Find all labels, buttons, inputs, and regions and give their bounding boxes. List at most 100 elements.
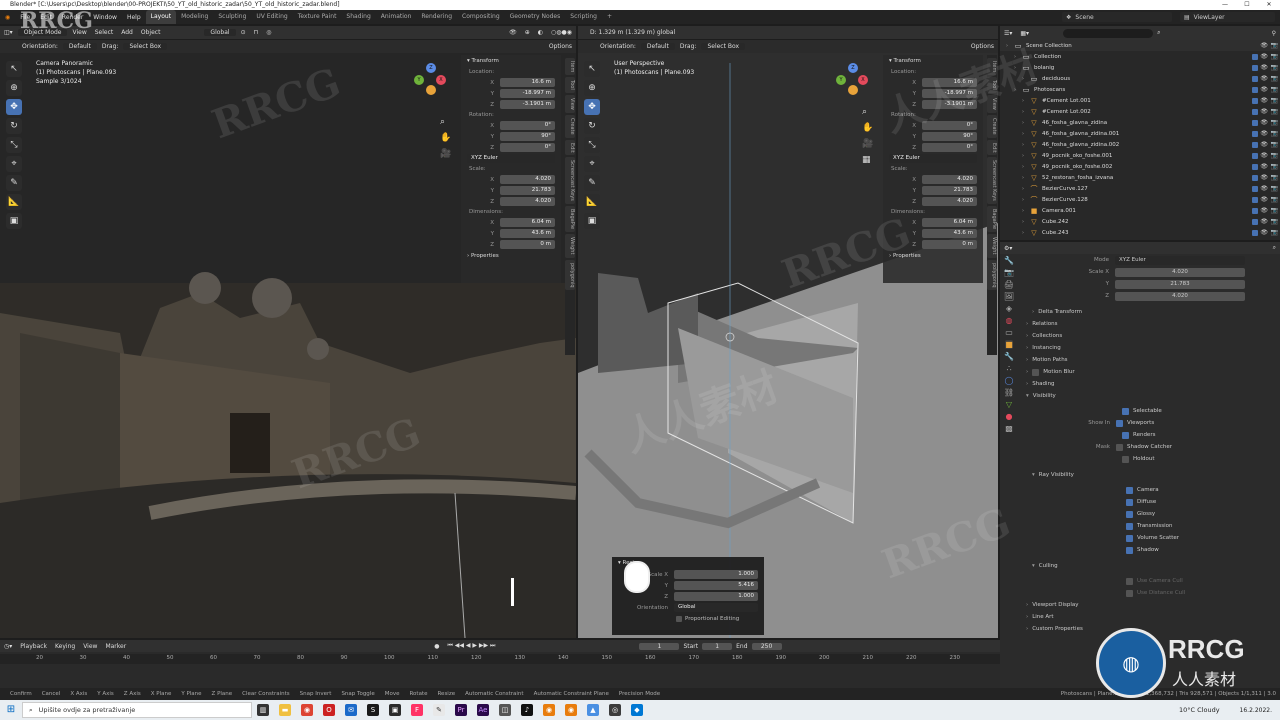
dimensions-y-field[interactable]: 43.6 m	[922, 229, 977, 238]
render-camera-icon[interactable]: 📷	[1271, 196, 1278, 203]
renders-checkbox[interactable]	[1122, 431, 1129, 439]
render-camera-icon[interactable]: 📷	[1271, 42, 1278, 49]
tab-polygoniq[interactable]: polygoniq	[565, 259, 575, 291]
gizmo-center-icon[interactable]	[848, 85, 858, 95]
tab-view[interactable]: View	[565, 95, 575, 113]
menu-file[interactable]: File	[15, 14, 35, 21]
notepad-icon[interactable]: ✎	[433, 704, 445, 716]
scale-z-field[interactable]: 4.020	[1115, 291, 1245, 301]
scale-x-field[interactable]: 4.020	[500, 175, 555, 184]
exclude-checkbox[interactable]	[1252, 119, 1258, 126]
eye-icon[interactable]: 👁	[1260, 218, 1268, 225]
ray-transmission-checkbox[interactable]	[1126, 522, 1133, 530]
scale-y-field[interactable]: 21.783	[1115, 279, 1245, 289]
render-camera-icon[interactable]: 📷	[1271, 163, 1278, 170]
transform-tool-icon[interactable]: ⌖	[6, 156, 22, 172]
menu-edit[interactable]: Edit	[35, 14, 57, 21]
outliner-editor-icon[interactable]: ☰▾	[1000, 30, 1016, 37]
outliner-row[interactable]: › ▽ 46_fosha_glavna_zidina 👁 📷	[1000, 117, 1280, 128]
render-camera-icon[interactable]: 📷	[1271, 64, 1278, 71]
tab-animation[interactable]: Animation	[376, 10, 417, 24]
expand-arrow-icon[interactable]: ›	[1022, 131, 1028, 137]
rotation-x-field[interactable]: 0°	[500, 121, 555, 130]
maximize-button[interactable]: ☐	[1236, 0, 1258, 10]
location-x-field[interactable]: 16.6 m	[922, 78, 977, 87]
app-icon-3[interactable]: ▲	[587, 704, 599, 716]
tab-weight[interactable]: Weight	[987, 234, 997, 258]
rotation-mode-dropdown[interactable]: XYZ Euler	[889, 154, 977, 163]
zoom-icon[interactable]: ⌕	[862, 107, 873, 117]
culling-section[interactable]: ▾ Culling	[1020, 560, 1278, 572]
menu-view[interactable]: View	[68, 29, 90, 36]
exclude-checkbox[interactable]	[1252, 130, 1258, 137]
scale-z-field[interactable]: 4.020	[922, 197, 977, 206]
eye-icon[interactable]: 👁	[1260, 130, 1268, 137]
drag-dropdown[interactable]: Select Box	[701, 43, 746, 50]
tab-uv-editing[interactable]: UV Editing	[251, 10, 292, 24]
scale-x-field[interactable]: 4.020	[1115, 267, 1245, 277]
minimize-button[interactable]: —	[1214, 0, 1236, 10]
eye-icon[interactable]: 👁	[1260, 97, 1268, 104]
measure-tool-icon[interactable]: 📐	[6, 194, 22, 210]
app-icon-4[interactable]: ◎	[609, 704, 621, 716]
select-cursor-icon[interactable]: ↖	[584, 61, 600, 77]
pivot-icon[interactable]: ⊙	[237, 29, 250, 36]
tab-item[interactable]: Item	[565, 58, 575, 76]
snap-icon[interactable]: ⊓	[250, 29, 263, 36]
tab-tool[interactable]: Tool	[565, 77, 575, 94]
shading-modes-icon[interactable]: ○◍●◉	[547, 29, 576, 36]
eye-icon[interactable]: 👁	[1260, 163, 1268, 170]
eye-icon[interactable]: 👁	[1260, 53, 1268, 60]
eye-icon[interactable]: 👁	[1260, 108, 1268, 115]
visibility-icon[interactable]: 👁	[505, 29, 521, 36]
exclude-checkbox[interactable]	[1252, 97, 1258, 104]
eye-icon[interactable]: 👁	[1260, 86, 1268, 93]
gizmo-toggle-icon[interactable]: ⊕	[521, 29, 534, 36]
gizmo-y-icon[interactable]: Y	[414, 75, 424, 85]
dimensions-x-field[interactable]: 6.04 m	[500, 218, 555, 227]
menu-render[interactable]: Render	[57, 14, 88, 21]
rotation-z-field[interactable]: 0°	[500, 143, 555, 152]
gizmo-z-icon[interactable]: Z	[848, 63, 858, 73]
rotation-mode-dropdown[interactable]: XYZ Euler	[467, 154, 555, 163]
menu-keying[interactable]: Keying	[51, 643, 79, 650]
playback-controls-icon[interactable]: ⏮ ◀◀ ◀ ▶ ▶▶ ⏭	[443, 642, 499, 650]
material-tab-icon[interactable]: ●	[1006, 412, 1013, 421]
add-cube-tool-icon[interactable]: ▣	[584, 213, 600, 229]
tab-rendering[interactable]: Rendering	[416, 10, 457, 24]
dimensions-z-field[interactable]: 0 m	[922, 240, 977, 249]
dimensions-z-field[interactable]: 0 m	[500, 240, 555, 249]
exclude-checkbox[interactable]	[1252, 64, 1258, 71]
transform-tool-icon[interactable]: ⌖	[584, 156, 600, 172]
shading-section[interactable]: › Shading	[1020, 378, 1278, 390]
exclude-checkbox[interactable]	[1252, 152, 1258, 159]
render-camera-icon[interactable]: 📷	[1271, 207, 1278, 214]
tab-scripting[interactable]: Scripting	[565, 10, 602, 24]
ortho-grid-icon[interactable]: ▦	[862, 155, 873, 165]
tool-tab-icon[interactable]: 🔧	[1004, 256, 1014, 265]
location-y-field[interactable]: -18.997 m	[500, 89, 555, 98]
render-camera-icon[interactable]: 📷	[1271, 229, 1278, 236]
tab-sculpting[interactable]: Sculpting	[213, 10, 251, 24]
outliner-row[interactable]: › ▽ Cube.243 👁 📷	[1000, 227, 1280, 238]
transform-header[interactable]: ▾ Transform	[461, 55, 561, 67]
start-frame-field[interactable]: 1	[702, 642, 733, 650]
tab-view[interactable]: View	[987, 95, 997, 113]
eye-icon[interactable]: 👁	[1260, 174, 1268, 181]
exclude-checkbox[interactable]	[1252, 174, 1258, 181]
gizmo-x-icon[interactable]: X	[858, 75, 868, 85]
tab-create[interactable]: Create	[565, 114, 575, 138]
tab-edit[interactable]: Edit	[987, 139, 997, 156]
app-icon-5[interactable]: ◆	[631, 704, 643, 716]
rotate-tool-icon[interactable]: ↻	[584, 118, 600, 134]
after-effects-icon[interactable]: Ae	[477, 704, 489, 716]
expand-arrow-icon[interactable]: ›	[1014, 54, 1020, 60]
collection-tab-icon[interactable]: ▭	[1005, 328, 1013, 337]
clock-date[interactable]: 16.2.2022.	[1240, 707, 1272, 714]
pan-hand-icon[interactable]: ✋	[862, 123, 873, 133]
eye-icon[interactable]: 👁	[1260, 229, 1268, 236]
transform-orientation-dropdown[interactable]: Global	[204, 29, 236, 36]
exclude-checkbox[interactable]	[1252, 185, 1258, 192]
render-camera-icon[interactable]: 📷	[1271, 152, 1278, 159]
tab-tool[interactable]: Tool	[987, 77, 997, 94]
